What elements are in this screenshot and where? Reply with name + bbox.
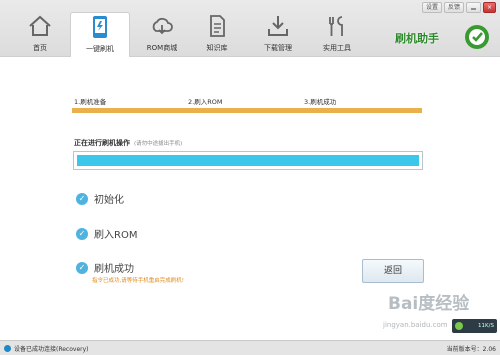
cloud-download-icon <box>152 17 173 35</box>
watermark-brand: Bai度经验 <box>388 294 470 314</box>
phone-flash-icon <box>93 16 107 38</box>
device-status-text: 设备已成功连接(Recovery) <box>14 346 89 353</box>
home-icon <box>29 15 51 36</box>
document-icon <box>210 15 225 37</box>
check-icon: ✓ <box>76 227 88 240</box>
nav-home[interactable]: 首页 <box>10 12 70 57</box>
close-button[interactable]: × <box>482 2 496 13</box>
version-label: 当前版本号：2.06 <box>446 346 496 353</box>
status-item-success: ✓ 刷机成功 <box>76 260 134 275</box>
window-controls: 设置 反馈 × <box>421 2 496 13</box>
nav-utilities-label: 实用工具 <box>323 44 351 52</box>
network-speed-icon <box>455 322 463 330</box>
status-item-label: 刷入ROM <box>94 230 138 241</box>
feedback-button[interactable]: 反馈 <box>443 2 464 13</box>
brand-name: 刷机助手 <box>395 32 439 45</box>
back-button[interactable]: 返回 <box>362 259 424 283</box>
network-speed-widget: 11K/S <box>452 319 497 333</box>
status-item-init: ✓ 初始化 <box>76 191 124 206</box>
settings-button[interactable]: 设置 <box>421 2 442 13</box>
brand-logo-icon <box>465 25 489 49</box>
step-2-label: 2.刷入ROM <box>188 98 223 106</box>
check-icon: ✓ <box>76 261 88 274</box>
reboot-warning: 指令已成功,请等待手机重启完成刷机! <box>92 278 184 284</box>
nav-knowledge-base-label: 知识库 <box>206 44 228 52</box>
progress-bar <box>73 151 423 170</box>
progress-title: 正在进行刷机操作 (请勿中途拔出手机) <box>74 138 182 148</box>
nav-rom-store-label: ROM商城 <box>146 44 178 52</box>
nav-one-click-flash[interactable]: 一键刷机 <box>70 12 130 57</box>
nav-home-label: 首页 <box>33 44 47 52</box>
top-toolbar: 首页 一键刷机 ROM商城 知识库 下载管理 实用工具 设置 反馈 × 刷机助手 <box>0 0 500 57</box>
status-item-label: 初始化 <box>94 195 124 206</box>
status-item-label: 刷机成功 <box>94 264 134 275</box>
nav-download-manager-label: 下载管理 <box>264 44 292 52</box>
progress-bar-fill <box>77 155 419 166</box>
nav-utilities[interactable]: 实用工具 <box>307 12 367 57</box>
minimize-icon <box>470 8 476 10</box>
nav-knowledge-base[interactable]: 知识库 <box>187 12 247 57</box>
minimize-button[interactable] <box>465 2 481 13</box>
network-speed-value: 11K/S <box>478 323 494 329</box>
watermark-url: jingyan.baidu.com <box>383 321 448 329</box>
device-status: 设备已成功连接(Recovery) <box>4 344 89 353</box>
step-1-label: 1.刷机准备 <box>74 98 107 106</box>
nav-rom-store[interactable]: ROM商城 <box>132 12 192 57</box>
check-icon: ✓ <box>76 192 88 205</box>
device-connected-icon <box>4 345 11 352</box>
download-icon <box>268 16 288 36</box>
status-item-flash-rom: ✓ 刷入ROM <box>76 226 137 241</box>
tools-icon <box>329 16 343 36</box>
progress-hint: (请勿中途拔出手机) <box>134 141 183 147</box>
nav-download-manager[interactable]: 下载管理 <box>248 12 308 57</box>
status-bar: 设备已成功连接(Recovery) 当前版本号：2.06 <box>0 340 500 355</box>
progress-title-text: 正在进行刷机操作 <box>74 139 130 147</box>
step-progress-bar <box>72 108 422 113</box>
step-3-label: 3.刷机成功 <box>304 98 337 106</box>
nav-one-click-flash-label: 一键刷机 <box>86 45 114 53</box>
